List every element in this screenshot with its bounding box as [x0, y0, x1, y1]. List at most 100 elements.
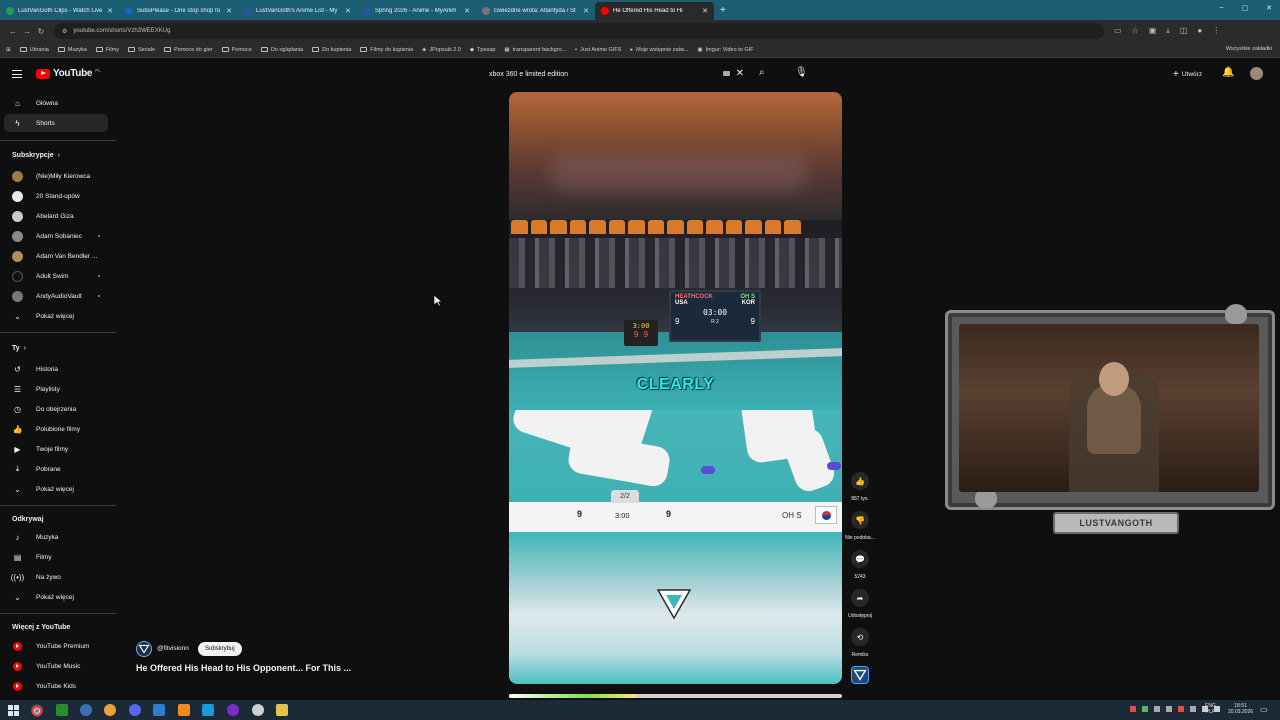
short-video-player[interactable]: HEATHCOCK OH S USA KOR 03:00 9 R 2 9 3:0…	[509, 92, 842, 684]
tab-close-icon[interactable]: ✕	[226, 7, 232, 15]
bookmark-folder[interactable]: Pomoce do gier	[164, 47, 213, 53]
browser-taskbar-icon[interactable]	[80, 704, 92, 716]
channel-avatar[interactable]	[136, 641, 152, 657]
tab-close-icon[interactable]: ✕	[583, 7, 589, 15]
browser-tab-active[interactable]: He Offered His Head to Hi ✕	[595, 2, 714, 20]
language-indicator[interactable]: ENG PLP	[1205, 703, 1216, 715]
tray-app-icon[interactable]	[1154, 706, 1160, 712]
sidebar-item-subscription[interactable]: Abelard Giza	[4, 207, 108, 225]
share-icon[interactable]: ➦	[851, 589, 869, 607]
extension-icon[interactable]: ▣	[1149, 26, 1157, 36]
tray-app-icon[interactable]	[1142, 706, 1148, 712]
forward-icon[interactable]: →	[20, 27, 34, 36]
app-taskbar-icon[interactable]	[153, 704, 165, 716]
url-field[interactable]: ⚙ youtube.com/shorts/Vzh3WEEXKUg	[54, 23, 1104, 39]
search-input[interactable]: xbox 360 e limited edition ✕	[482, 66, 750, 82]
youtube-logo[interactable]: YouTube PL	[36, 68, 101, 79]
channel-name[interactable]: @fitvisionn	[157, 645, 189, 652]
tray-app-icon[interactable]	[1190, 706, 1196, 712]
bookmark-star-icon[interactable]: ☆	[1132, 26, 1139, 36]
sidebar-show-more[interactable]: ⌄ Pokaż więcej	[4, 588, 108, 606]
channel-thumbnail[interactable]	[851, 666, 869, 684]
search-icon[interactable]: ⌕	[759, 67, 765, 78]
notifications-bell-icon[interactable]: 🔔	[1222, 67, 1234, 78]
sidebar-item-subscription[interactable]: Adam Van Bendler ...	[4, 247, 108, 265]
bookmark-link[interactable]: ▪ Just Anime GIFS	[575, 47, 621, 53]
bookmark-folder[interactable]: Pomoce	[221, 47, 252, 53]
minimize-button[interactable]: –	[1220, 4, 1224, 12]
obs-taskbar-icon[interactable]	[252, 704, 264, 716]
tab-close-icon[interactable]: ✕	[345, 7, 351, 15]
bookmark-link[interactable]: ▣ Imgur: Video to GIF	[697, 47, 753, 53]
bookmark-link[interactable]: ▦ transparent backgro...	[504, 47, 566, 53]
cast-icon[interactable]: ▭	[1114, 26, 1122, 36]
sidebar-item-subscription[interactable]: AndyAudioVault	[4, 287, 108, 305]
bookmark-link[interactable]: ◆ Tpesap	[470, 47, 496, 53]
browser-tab[interactable]: LustVanGoth's Anime List - My ✕	[238, 2, 357, 20]
tray-app-icon[interactable]	[1166, 706, 1172, 712]
browser-tab[interactable]: SubsPlease - One stop shop fo ✕	[119, 2, 238, 20]
thumbs-down-icon[interactable]: 👎	[851, 511, 869, 529]
sidebar-item-subscription[interactable]: Adam Sobaniec	[4, 227, 108, 245]
create-button[interactable]: + Utwórz	[1166, 67, 1209, 81]
sidebar-item-music[interactable]: ♪ Muzyka	[4, 528, 108, 546]
file-explorer-taskbar-icon[interactable]	[276, 704, 288, 716]
clear-search-icon[interactable]: ✕	[736, 68, 744, 79]
sidebar-item-subscription[interactable]: Adult Swim	[4, 267, 108, 285]
vlc-taskbar-icon[interactable]	[178, 704, 190, 716]
telegram-taskbar-icon[interactable]	[202, 704, 214, 716]
sidebar-item-home[interactable]: ⌂ Główna	[4, 94, 108, 112]
bookmark-folder[interactable]: Do kupienia	[312, 47, 351, 53]
subscriptions-heading[interactable]: Subskrypcje ›	[12, 152, 60, 159]
bookmark-link[interactable]: ◈ JPopsuki 2.0	[422, 47, 461, 53]
bookmark-folder[interactable]: Filmy do kupienia	[360, 47, 413, 53]
windows-start-icon[interactable]	[8, 704, 20, 716]
discord-taskbar-icon[interactable]	[129, 704, 141, 716]
remix-icon[interactable]: ⟲	[851, 628, 869, 646]
sidebar-item-films[interactable]: ▤ Filmy	[4, 548, 108, 566]
bookmark-folder[interactable]: Muzyka	[57, 47, 87, 53]
sidebar-item-live[interactable]: ((•)) Na żywo	[4, 568, 108, 586]
bookmark-link[interactable]: ▸ Moje wstępnie zatw...	[630, 47, 688, 53]
bookmark-folder[interactable]: Ubrania	[19, 47, 49, 53]
chrome-taskbar-icon[interactable]	[31, 704, 43, 717]
sidebar-item-subscription[interactable]: 20 Stand-upów	[4, 187, 108, 205]
all-bookmarks-link[interactable]: Wszystkie zakładki	[1226, 46, 1272, 52]
app-taskbar-icon[interactable]	[104, 704, 116, 716]
profile-icon[interactable]: ●	[1197, 26, 1202, 36]
sidebar-item-youtube-music[interactable]: YouTube Music	[4, 657, 108, 675]
tray-app-icon[interactable]	[1178, 706, 1184, 712]
bookmark-folder[interactable]: Seriale	[127, 47, 155, 53]
browser-tab[interactable]: Gwiezdne wrota: Atlantyda / St ✕	[476, 2, 595, 20]
close-window-button[interactable]: ✕	[1266, 4, 1272, 12]
reload-icon[interactable]: ↻	[34, 27, 48, 36]
sidebar-item-youtube-premium[interactable]: YouTube Premium	[4, 637, 108, 655]
twitch-taskbar-icon[interactable]	[227, 704, 239, 716]
subscribe-button[interactable]: Subskrybuj	[198, 642, 242, 656]
downloads-icon[interactable]: ⤓	[1166, 26, 1170, 36]
video-progress-bar[interactable]	[509, 694, 842, 698]
tab-close-icon[interactable]: ✕	[107, 7, 113, 15]
sidebar-item-playlists[interactable]: ☰ Playlisty	[4, 380, 108, 398]
back-icon[interactable]: ←	[6, 27, 20, 36]
sidebar-item-your-videos[interactable]: ▶ Twoje filmy	[4, 440, 108, 458]
sidebar-item-liked[interactable]: 👍 Polubione filmy	[4, 420, 108, 438]
browser-tab[interactable]: Spring 2026 - Anime - MyAnim ✕	[357, 2, 476, 20]
sidebar-show-more[interactable]: ⌄ Pokaż więcej	[4, 480, 108, 498]
sidebar-item-watch-later[interactable]: ◷ Do obejrzenia	[4, 400, 108, 418]
comment-icon[interactable]: 💬	[851, 550, 869, 568]
menu-kebab-icon[interactable]: ⋮	[1212, 26, 1220, 36]
apps-icon[interactable]: ⊞	[6, 47, 11, 53]
menu-hamburger-icon[interactable]	[12, 70, 22, 81]
sidebar-item-shorts[interactable]: ϟ Shorts	[4, 114, 108, 132]
bookmark-folder[interactable]: Filmy	[95, 47, 119, 53]
sidebar-item-youtube-kids[interactable]: YouTube Kids	[4, 677, 108, 695]
site-info-icon[interactable]: ⚙	[62, 28, 67, 35]
tray-app-icon[interactable]	[1130, 706, 1136, 712]
spotify-taskbar-icon[interactable]	[56, 704, 68, 716]
microphone-icon[interactable]: 🎙	[795, 67, 808, 78]
sidebar-item-history[interactable]: ↺ Historia	[4, 360, 108, 378]
browser-tab[interactable]: LustVanGoth Clips - Watch Live ✕	[0, 2, 119, 20]
thumbs-up-icon[interactable]: 👍	[851, 472, 869, 490]
new-tab-button[interactable]: +	[720, 2, 726, 20]
